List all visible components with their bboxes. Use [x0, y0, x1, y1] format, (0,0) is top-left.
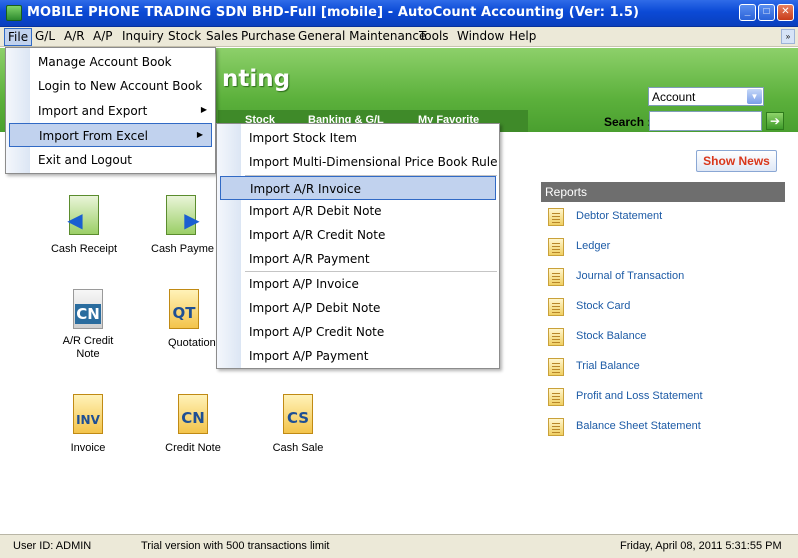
submenu-arrow-icon: ▶: [200, 105, 207, 114]
search-label: Search :: [604, 115, 652, 129]
tile-cash-payment[interactable]: ▶ Cash Payme: [146, 195, 216, 256]
menu-purchase[interactable]: Purchase: [241, 29, 296, 43]
cash-receipt-icon: ◀: [67, 195, 99, 235]
menu-help[interactable]: Help: [509, 29, 536, 43]
report-icon: [548, 298, 564, 316]
credit-note-icon: CN: [178, 394, 208, 434]
menu-item-import-ap-invoice[interactable]: Import A/P Invoice: [217, 272, 499, 296]
tile-cash-sale[interactable]: CS Cash Sale: [256, 394, 340, 455]
tile-invoice[interactable]: INV Invoice: [46, 394, 130, 455]
cash-sale-icon: CS: [283, 394, 313, 434]
menu-ap[interactable]: A/P: [93, 29, 113, 43]
account-select[interactable]: Account ▼: [648, 87, 764, 106]
menu-general-maintenance[interactable]: General Maintenance: [298, 29, 426, 43]
report-icon: [548, 418, 564, 436]
menu-item-login-new-account-book[interactable]: Login to New Account Book: [6, 74, 215, 98]
tile-label: Credit Note: [165, 442, 221, 454]
menu-item-import-ar-payment[interactable]: Import A/R Payment: [217, 247, 499, 271]
tile-ar-credit-note[interactable]: CN A/R Credit Note: [46, 289, 130, 361]
status-user: User ID: ADMIN: [13, 540, 92, 552]
menu-inquiry[interactable]: Inquiry: [122, 29, 164, 43]
tile-label: Cash Receipt: [50, 243, 118, 255]
tile-label: Cash Sale: [272, 442, 324, 454]
menu-window[interactable]: Window: [457, 29, 504, 43]
menu-item-import-from-excel[interactable]: Import From Excel ▶: [9, 123, 212, 147]
tile-label: Cash Payme: [151, 243, 214, 255]
cash-payment-icon: ▶: [166, 195, 200, 235]
import-from-excel-submenu: Import Stock Item Import Multi-Dimension…: [216, 123, 500, 369]
chevron-down-icon[interactable]: ▼: [747, 89, 762, 104]
tile-credit-note[interactable]: CN Credit Note: [151, 394, 235, 455]
account-select-value: Account: [652, 90, 696, 104]
report-icon: [548, 238, 564, 256]
reports-header: Reports: [541, 182, 785, 202]
menu-stock[interactable]: Stock: [168, 29, 201, 43]
menu-item-exit-and-logout[interactable]: Exit and Logout: [6, 148, 215, 172]
search-input[interactable]: [649, 111, 762, 131]
brand-title: nting: [222, 66, 291, 92]
menu-item-import-ap-debit-note[interactable]: Import A/P Debit Note: [217, 296, 499, 320]
credit-note-icon: CN: [73, 289, 103, 329]
tile-label: Invoice: [70, 442, 106, 454]
report-icon: [548, 328, 564, 346]
menu-tools[interactable]: Tools: [419, 29, 449, 43]
menu-item-manage-account-book[interactable]: Manage Account Book: [6, 50, 215, 74]
report-icon: [548, 388, 564, 406]
menu-bar: File G/L A/R A/P Inquiry Stock Sales Pur…: [0, 27, 798, 47]
report-icon: [548, 208, 564, 226]
menu-item-import-price-book-rule[interactable]: Import Multi-Dimensional Price Book Rule: [217, 150, 499, 174]
tile-label: Quotation: [168, 337, 216, 349]
tile-label-2: Note: [76, 348, 100, 360]
menu-item-import-and-export[interactable]: Import and Export ▶: [6, 99, 215, 123]
report-icon: [548, 268, 564, 286]
app-icon: [6, 5, 22, 21]
tile-cash-receipt[interactable]: ◀ Cash Receipt: [42, 195, 126, 256]
submenu-arrow-icon: ▶: [196, 130, 203, 139]
menu-item-import-ap-payment[interactable]: Import A/P Payment: [217, 344, 499, 368]
menu-file[interactable]: File: [4, 28, 33, 46]
menu-item-import-ar-credit-note[interactable]: Import A/R Credit Note: [217, 223, 499, 247]
menu-item-import-ar-invoice[interactable]: Import A/R Invoice: [220, 176, 496, 200]
quotation-icon: QT: [169, 289, 199, 329]
menu-item-import-stock-item[interactable]: Import Stock Item: [217, 126, 499, 150]
status-datetime: Friday, April 08, 2011 5:31:55 PM: [620, 540, 782, 552]
window-title: MOBILE PHONE TRADING SDN BHD-Full [mobil…: [27, 5, 640, 20]
title-bar: MOBILE PHONE TRADING SDN BHD-Full [mobil…: [0, 0, 798, 27]
search-go-button[interactable]: ➔: [766, 112, 784, 130]
minimize-button[interactable]: _: [739, 4, 756, 21]
menu-item-import-ap-credit-note[interactable]: Import A/P Credit Note: [217, 320, 499, 344]
file-menu: Manage Account Book Login to New Account…: [5, 47, 216, 174]
menu-ar[interactable]: A/R: [64, 29, 85, 43]
menu-item-import-ar-debit-note[interactable]: Import A/R Debit Note: [217, 199, 499, 223]
report-icon: [548, 358, 564, 376]
collapse-icon[interactable]: »: [781, 29, 795, 44]
invoice-icon: INV: [73, 394, 103, 434]
tile-quotation[interactable]: QT Quotation: [150, 289, 218, 350]
close-button[interactable]: ✕: [777, 4, 794, 21]
tile-label-1: A/R Credit: [62, 335, 114, 347]
menu-gl[interactable]: G/L: [35, 29, 55, 43]
show-news-button[interactable]: Show News: [696, 150, 777, 172]
status-trial: Trial version with 500 transactions limi…: [141, 540, 330, 552]
menu-sales[interactable]: Sales: [206, 29, 238, 43]
maximize-button[interactable]: □: [758, 4, 775, 21]
status-bar: User ID: ADMIN Trial version with 500 tr…: [0, 534, 798, 558]
